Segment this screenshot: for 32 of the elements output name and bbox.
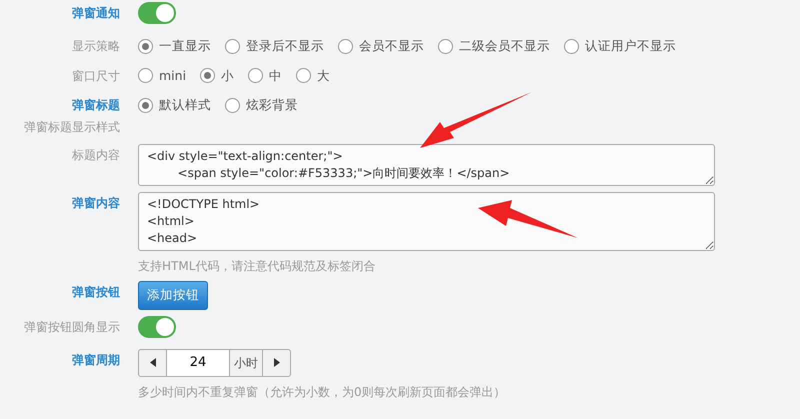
field-label: 显示策略 xyxy=(72,39,120,53)
right-triangle-icon xyxy=(274,358,280,368)
radio-option[interactable]: 二级会员不显示 xyxy=(438,35,550,57)
radio-option[interactable]: 认证用户不显示 xyxy=(564,35,676,57)
unit-label: 小时 xyxy=(230,350,263,376)
left-triangle-icon xyxy=(150,358,156,368)
radio-option[interactable]: 炫彩背景 xyxy=(225,94,298,116)
radio-option[interactable]: 默认样式 xyxy=(138,94,211,116)
field-label: 弹窗按钮 xyxy=(72,285,120,299)
code-textarea[interactable]: <!DOCTYPE html> <html> <head> xyxy=(138,192,715,251)
radio-option[interactable]: 中 xyxy=(248,64,282,86)
radio-option[interactable]: mini xyxy=(138,64,186,86)
toggle-switch[interactable] xyxy=(138,2,176,24)
field-label: 标题内容 xyxy=(72,148,120,162)
help-text: 支持HTML代码，请注意代码规范及标签闭合 xyxy=(138,258,376,275)
field-label: 弹窗通知 xyxy=(72,6,120,20)
field-label: 弹窗标题 xyxy=(72,98,120,112)
radio-option[interactable]: 一直显示 xyxy=(138,35,211,57)
stepper-control[interactable]: 24 小时 xyxy=(138,348,291,377)
toggle-switch[interactable] xyxy=(138,316,176,338)
field-label: 窗口尺寸 xyxy=(72,68,120,82)
field-label: 弹窗内容 xyxy=(72,196,120,210)
radio-option[interactable]: 小 xyxy=(200,64,234,86)
number-input[interactable]: 24 xyxy=(166,350,230,376)
code-textarea[interactable]: <div style="text-align:center;"> <span style="color:#F53333;">向时间要效率！</span> xyxy=(138,144,715,186)
help-text: 多少时间内不重复弹窗（允许为小数，为0则每次刷新页面都会弹出） xyxy=(138,384,507,401)
radio-option[interactable]: 登录后不显示 xyxy=(225,35,324,57)
field-label: 弹窗周期 xyxy=(72,352,120,367)
field-label: 弹窗按钮圆角显示 xyxy=(24,320,120,334)
radio-option[interactable]: 大 xyxy=(296,64,330,86)
radio-option[interactable]: 会员不显示 xyxy=(338,35,424,57)
field-sublabel: 弹窗标题显示样式 xyxy=(24,120,120,134)
